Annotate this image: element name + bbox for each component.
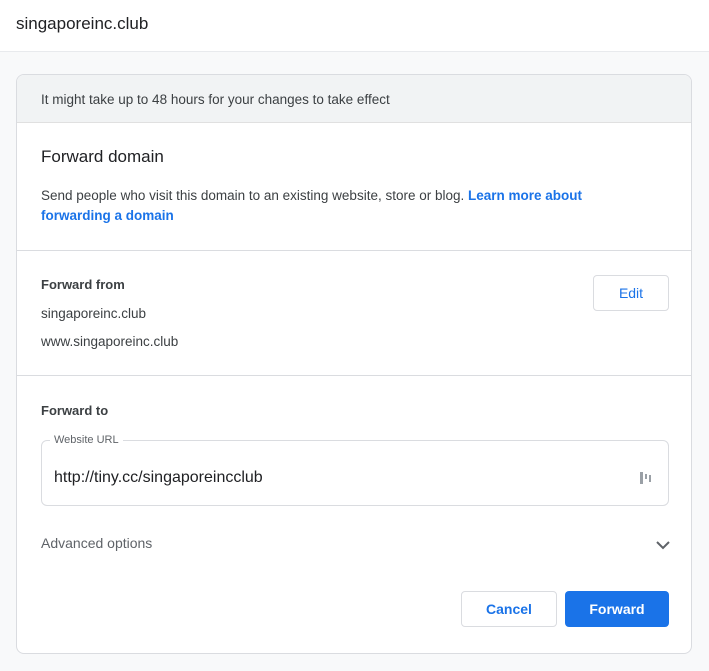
edit-button[interactable]: Edit [593, 275, 669, 311]
website-url-label: Website URL [50, 434, 123, 446]
advanced-options-toggle[interactable]: Advanced options [41, 535, 152, 551]
bookmark-slots-icon[interactable] [640, 471, 652, 485]
website-url-field[interactable]: Website URL http://tiny.cc/singaporeincc… [41, 434, 669, 506]
forward-from-domain: singaporeinc.club [41, 306, 147, 321]
forward-from-domain-www: www.singaporeinc.club [41, 334, 179, 349]
chevron-down-icon[interactable] [655, 539, 671, 551]
forward-button[interactable]: Forward [565, 591, 669, 627]
forward-to-section: Forward to Website URL http://tiny.cc/si… [17, 376, 691, 653]
website-url-value[interactable]: http://tiny.cc/singaporeincclub [54, 469, 263, 487]
forward-to-label: Forward to [41, 403, 109, 418]
section-title: Forward domain [41, 147, 164, 166]
section-description: Send people who visit this domain to an … [41, 186, 641, 226]
forwarding-card: It might take up to 48 hours for your ch… [16, 74, 692, 654]
forward-from-label: Forward from [41, 277, 125, 292]
notice-text: It might take up to 48 hours for your ch… [41, 92, 390, 107]
forward-domain-section: Forward domain Send people who visit thi… [17, 123, 691, 251]
top-bar: singaporeinc.club [0, 0, 709, 52]
domain-title: singaporeinc.club [16, 14, 149, 33]
cancel-button[interactable]: Cancel [461, 591, 557, 627]
forward-from-section: Forward from singaporeinc.club www.singa… [17, 251, 691, 376]
description-text: Send people who visit this domain to an … [41, 188, 468, 203]
propagation-notice: It might take up to 48 hours for your ch… [17, 75, 691, 123]
